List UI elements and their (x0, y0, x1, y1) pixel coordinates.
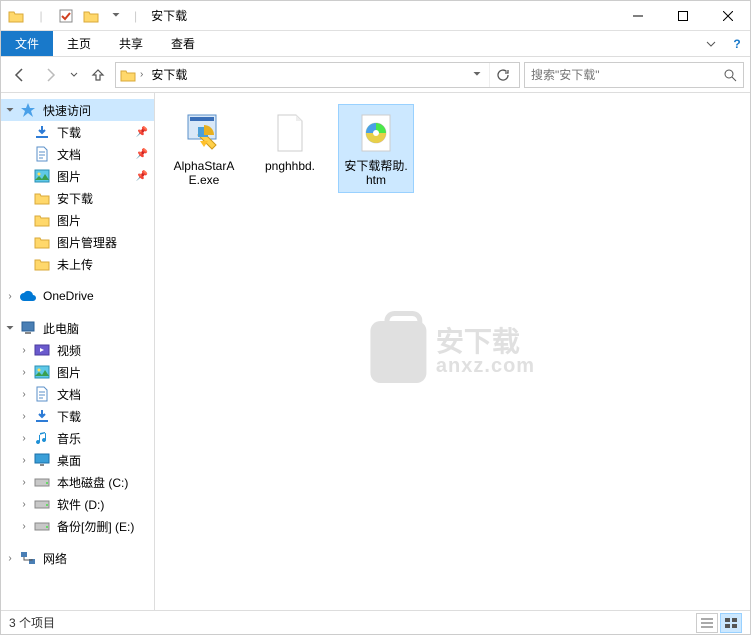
sidebar-item-pc-8[interactable]: ›备份[勿删] (E:) (1, 515, 154, 537)
tab-home[interactable]: 主页 (53, 31, 105, 56)
navbar: › 安下载 ⏷ (1, 57, 750, 93)
sidebar-item-pc-7[interactable]: ›软件 (D:) (1, 493, 154, 515)
minimize-button[interactable] (615, 1, 660, 31)
pin-icon: 📌 (136, 171, 148, 182)
sidebar-item-pc-6[interactable]: ›本地磁盘 (C:) (1, 471, 154, 493)
folder-icon (33, 255, 51, 273)
pin-icon: 📌 (136, 149, 148, 160)
recent-locations-button[interactable] (67, 62, 81, 88)
search-input[interactable] (524, 62, 744, 88)
ribbon-expand-icon[interactable] (698, 31, 724, 56)
sidebar-this-pc[interactable]: ⏷ 此电脑 (1, 317, 154, 339)
forward-button[interactable] (37, 62, 63, 88)
chevron-down-icon[interactable]: ⏷ (3, 321, 17, 335)
chevron-down-icon[interactable]: ⏷ (3, 103, 17, 117)
desktop-icon (33, 451, 51, 469)
file-item-1[interactable]: pnghhbd. (253, 105, 327, 177)
chevron-right-icon[interactable]: › (3, 289, 17, 303)
document-icon (33, 385, 51, 403)
sidebar-onedrive[interactable]: › OneDrive (1, 285, 154, 307)
picture-icon (33, 363, 51, 381)
sidebar-item-quick-1[interactable]: 文档📌 (1, 143, 154, 165)
breadcrumb-dropdown-icon[interactable]: ⏷ (469, 69, 485, 80)
file-type-icon (266, 109, 314, 157)
folder-icon (33, 189, 51, 207)
sidebar-quick-access[interactable]: ⏷ 快速访问 (1, 99, 154, 121)
download-icon (33, 407, 51, 425)
chevron-right-icon[interactable]: › (3, 551, 17, 565)
search-field[interactable] (531, 68, 723, 82)
pin-icon: 📌 (136, 127, 148, 138)
drive-icon (33, 473, 51, 491)
sidebar-item-quick-0[interactable]: 下载📌 (1, 121, 154, 143)
file-item-2[interactable]: 安下载帮助.htm (339, 105, 413, 192)
window-title: 安下载 (151, 7, 187, 24)
sidebar-item-pc-0[interactable]: ›视频 (1, 339, 154, 361)
breadcrumb[interactable]: › 安下载 ⏷ (115, 62, 520, 88)
sidebar-item-pc-3[interactable]: ›下载 (1, 405, 154, 427)
status-count: 3 个项目 (9, 614, 55, 631)
search-icon[interactable] (723, 68, 737, 82)
file-label: AlphaStarAE.exe (171, 159, 237, 188)
watermark: 安下载 anxz.com (370, 321, 535, 383)
sidebar-item-pc-4[interactable]: ›音乐 (1, 427, 154, 449)
file-type-icon (352, 109, 400, 157)
sidebar: ⏷ 快速访问 下载📌文档📌图片📌安下载图片图片管理器未上传 › OneDrive… (1, 93, 155, 610)
network-icon (19, 549, 37, 567)
tab-file[interactable]: 文件 (1, 31, 53, 56)
breadcrumb-current[interactable]: 安下载 (147, 66, 191, 83)
tab-view[interactable]: 查看 (157, 31, 209, 56)
computer-icon (19, 319, 37, 337)
folder-icon (5, 5, 27, 27)
checkbox-icon[interactable] (55, 5, 77, 27)
sidebar-item-quick-2[interactable]: 图片📌 (1, 165, 154, 187)
help-icon[interactable]: ? (724, 31, 750, 56)
music-icon (33, 429, 51, 447)
back-button[interactable] (7, 62, 33, 88)
sidebar-item-quick-3[interactable]: 安下载 (1, 187, 154, 209)
file-type-icon (180, 109, 228, 157)
up-button[interactable] (85, 62, 111, 88)
close-button[interactable] (705, 1, 750, 31)
document-icon (33, 145, 51, 163)
file-label: pnghhbd. (265, 159, 315, 173)
titlebar: | ⏷ | 安下载 (1, 1, 750, 31)
cloud-icon (19, 287, 37, 305)
sidebar-network[interactable]: › 网络 (1, 547, 154, 569)
drive-icon (33, 517, 51, 535)
sidebar-item-pc-5[interactable]: ›桌面 (1, 449, 154, 471)
statusbar: 3 个项目 (1, 610, 750, 634)
folder-icon (120, 68, 136, 82)
refresh-button[interactable] (489, 63, 515, 87)
file-view[interactable]: 安下载 anxz.com AlphaStarAE.exe pnghhbd. 安下载帮… (155, 93, 750, 610)
folder-icon[interactable] (80, 5, 102, 27)
tab-share[interactable]: 共享 (105, 31, 157, 56)
star-icon (19, 101, 37, 119)
download-icon (33, 123, 51, 141)
maximize-button[interactable] (660, 1, 705, 31)
qat-dropdown-icon[interactable]: ⏷ (105, 5, 127, 27)
video-icon (33, 341, 51, 359)
sidebar-item-pc-2[interactable]: ›文档 (1, 383, 154, 405)
qat-separator: | (30, 5, 52, 27)
folder-icon (33, 211, 51, 229)
ribbon: 文件 主页 共享 查看 ? (1, 31, 750, 57)
file-item-0[interactable]: AlphaStarAE.exe (167, 105, 241, 192)
folder-icon (33, 233, 51, 251)
sidebar-item-pc-1[interactable]: ›图片 (1, 361, 154, 383)
picture-icon (33, 167, 51, 185)
sidebar-item-quick-4[interactable]: 图片 (1, 209, 154, 231)
details-view-button[interactable] (696, 613, 718, 633)
lock-icon (370, 321, 426, 383)
chevron-right-icon[interactable]: › (140, 69, 143, 80)
sidebar-item-quick-5[interactable]: 图片管理器 (1, 231, 154, 253)
file-label: 安下载帮助.htm (343, 159, 409, 188)
sidebar-item-quick-6[interactable]: 未上传 (1, 253, 154, 275)
drive-icon (33, 495, 51, 513)
icons-view-button[interactable] (720, 613, 742, 633)
